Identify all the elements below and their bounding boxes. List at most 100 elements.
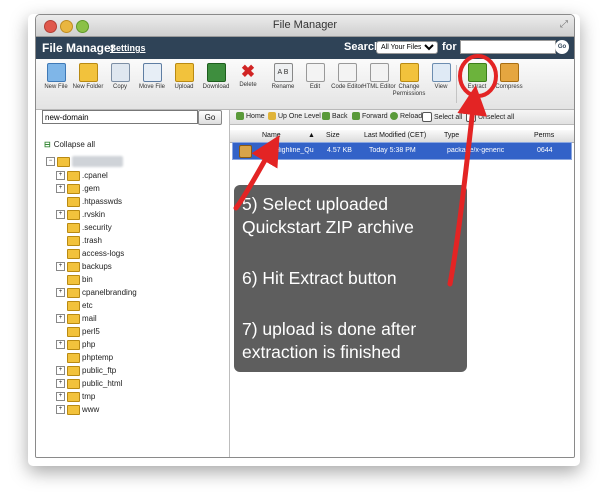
- code-editor-icon: [337, 63, 357, 82]
- tree-item[interactable]: + .gem: [56, 183, 100, 194]
- settings-link[interactable]: Settings: [110, 43, 146, 53]
- tree-item[interactable]: + public_html: [56, 378, 122, 389]
- tree-item-label: .security: [82, 223, 112, 232]
- folder-icon: [67, 261, 80, 272]
- search-scope-select[interactable]: All Your Files: [376, 41, 438, 54]
- tree-item[interactable]: + cpanelbranding: [56, 287, 137, 298]
- expand-icon[interactable]: +: [56, 262, 65, 272]
- html-editor-label: HTML Editor: [362, 84, 396, 90]
- tree-item-label: etc: [82, 301, 93, 310]
- file-type-cell: package/x-generic: [447, 147, 505, 154]
- collapse-icon: ⊟: [44, 140, 51, 149]
- path-input[interactable]: [42, 110, 198, 124]
- column-size[interactable]: Size: [326, 132, 340, 139]
- up-one-level-button[interactable]: Up One Level: [268, 112, 321, 120]
- checkbox-icon: [422, 112, 432, 122]
- reload-icon: [390, 112, 398, 120]
- expand-icon[interactable]: +: [56, 288, 65, 298]
- view-button[interactable]: View: [424, 63, 458, 91]
- expand-icon[interactable]: +: [56, 171, 65, 181]
- download-button[interactable]: Download: [199, 63, 233, 91]
- title-bar[interactable]: File Manager ⤢: [36, 15, 574, 37]
- expand-icon[interactable]: +: [56, 210, 65, 220]
- collapse-toggle-icon[interactable]: −: [46, 157, 55, 167]
- delete-label: Delete: [239, 82, 257, 88]
- folder-icon: [67, 365, 80, 376]
- home-icon: [236, 112, 244, 120]
- compress-button[interactable]: Compress: [492, 63, 526, 91]
- forward-label: Forward: [362, 112, 388, 120]
- rename-button[interactable]: A B Rename: [266, 63, 300, 91]
- upload-button[interactable]: Upload: [167, 63, 201, 91]
- sort-ascending-icon[interactable]: ▲: [308, 132, 315, 139]
- tree-item-label: mail: [82, 314, 97, 323]
- tree-item[interactable]: + backups: [56, 261, 112, 272]
- collapse-all-link[interactable]: ⊟ Collapse all: [44, 140, 95, 149]
- folder-icon: [67, 287, 80, 298]
- tree-item[interactable]: + .cpanel: [56, 170, 108, 181]
- annotation-step-5-line-2: Quickstart ZIP archive: [242, 217, 414, 237]
- path-go-button[interactable]: Go: [198, 110, 222, 125]
- folder-icon: [67, 248, 80, 259]
- tree-item[interactable]: access-logs: [67, 248, 124, 259]
- column-last-modified[interactable]: Last Modified (CET): [364, 132, 426, 139]
- code-editor-button[interactable]: Code Editor: [330, 63, 364, 91]
- back-button[interactable]: Back: [322, 112, 348, 120]
- tree-item[interactable]: + tmp: [56, 391, 95, 402]
- select-all-button[interactable]: Select all: [422, 112, 462, 122]
- tree-item[interactable]: + www: [56, 404, 99, 415]
- tree-item-label: .htpasswds: [82, 197, 123, 206]
- column-type[interactable]: Type: [444, 132, 459, 139]
- tree-item[interactable]: .security: [67, 222, 112, 233]
- new-folder-button[interactable]: New Folder: [71, 63, 105, 91]
- move-file-button[interactable]: Move File: [135, 63, 169, 91]
- zip-archive-icon: [239, 145, 252, 158]
- tree-item[interactable]: etc: [67, 300, 93, 311]
- expand-icon[interactable]: +: [56, 392, 65, 402]
- home-folder-node[interactable]: − home-account: [46, 156, 123, 167]
- tree-item[interactable]: .trash: [67, 235, 102, 246]
- app-header: File Manager Settings Search All Your Fi…: [36, 37, 574, 59]
- tree-item-label: phptemp: [82, 353, 114, 362]
- tree-item[interactable]: perl5: [67, 326, 100, 337]
- tree-item[interactable]: + .rvskin: [56, 209, 105, 220]
- search-go-button[interactable]: Go: [555, 40, 569, 54]
- fullscreen-icon[interactable]: ⤢: [560, 19, 568, 30]
- edit-button[interactable]: Edit: [298, 63, 332, 91]
- expand-icon[interactable]: +: [56, 366, 65, 376]
- view-label: View: [434, 84, 448, 90]
- expand-icon[interactable]: +: [56, 340, 65, 350]
- copy-label: Copy: [112, 84, 127, 90]
- tree-item[interactable]: .htpasswds: [67, 196, 122, 207]
- column-perms[interactable]: Perms: [534, 132, 554, 139]
- tree-item[interactable]: + mail: [56, 313, 97, 324]
- new-folder-icon: [78, 63, 98, 82]
- reload-button[interactable]: Reload: [390, 112, 422, 120]
- new-file-button[interactable]: New File: [39, 63, 73, 91]
- delete-button[interactable]: ✖ Delete: [231, 63, 265, 89]
- table-row[interactable]: JB_Highline_Qu 4.57 KB Today 5:38 PM pac…: [232, 142, 572, 160]
- column-name[interactable]: Name: [262, 132, 281, 139]
- folder-icon: [57, 156, 70, 167]
- forward-button[interactable]: Forward: [352, 112, 388, 120]
- expand-icon[interactable]: +: [56, 184, 65, 194]
- select-all-label: Select all: [434, 113, 463, 121]
- expand-icon[interactable]: +: [56, 405, 65, 415]
- copy-button[interactable]: Copy: [103, 63, 137, 91]
- expand-icon[interactable]: +: [56, 379, 65, 389]
- html-editor-button[interactable]: HTML Editor: [362, 63, 396, 91]
- unselect-all-button[interactable]: Unselect all: [466, 112, 514, 122]
- tree-item[interactable]: bin: [67, 274, 93, 285]
- extract-button[interactable]: Extract: [460, 63, 494, 91]
- change-permissions-button[interactable]: Change Permissions: [392, 63, 426, 98]
- tree-item[interactable]: phptemp: [67, 352, 113, 363]
- tree-item[interactable]: + public_ftp: [56, 365, 116, 376]
- folder-icon: [67, 274, 80, 285]
- home-nav-button[interactable]: Home: [236, 112, 265, 120]
- change-permissions-label: Change Permissions: [392, 84, 426, 97]
- tree-item-label: access-logs: [82, 249, 125, 258]
- expand-icon[interactable]: +: [56, 314, 65, 324]
- folder-icon: [67, 209, 80, 220]
- tree-item[interactable]: + php: [56, 339, 95, 350]
- search-input[interactable]: [460, 40, 556, 54]
